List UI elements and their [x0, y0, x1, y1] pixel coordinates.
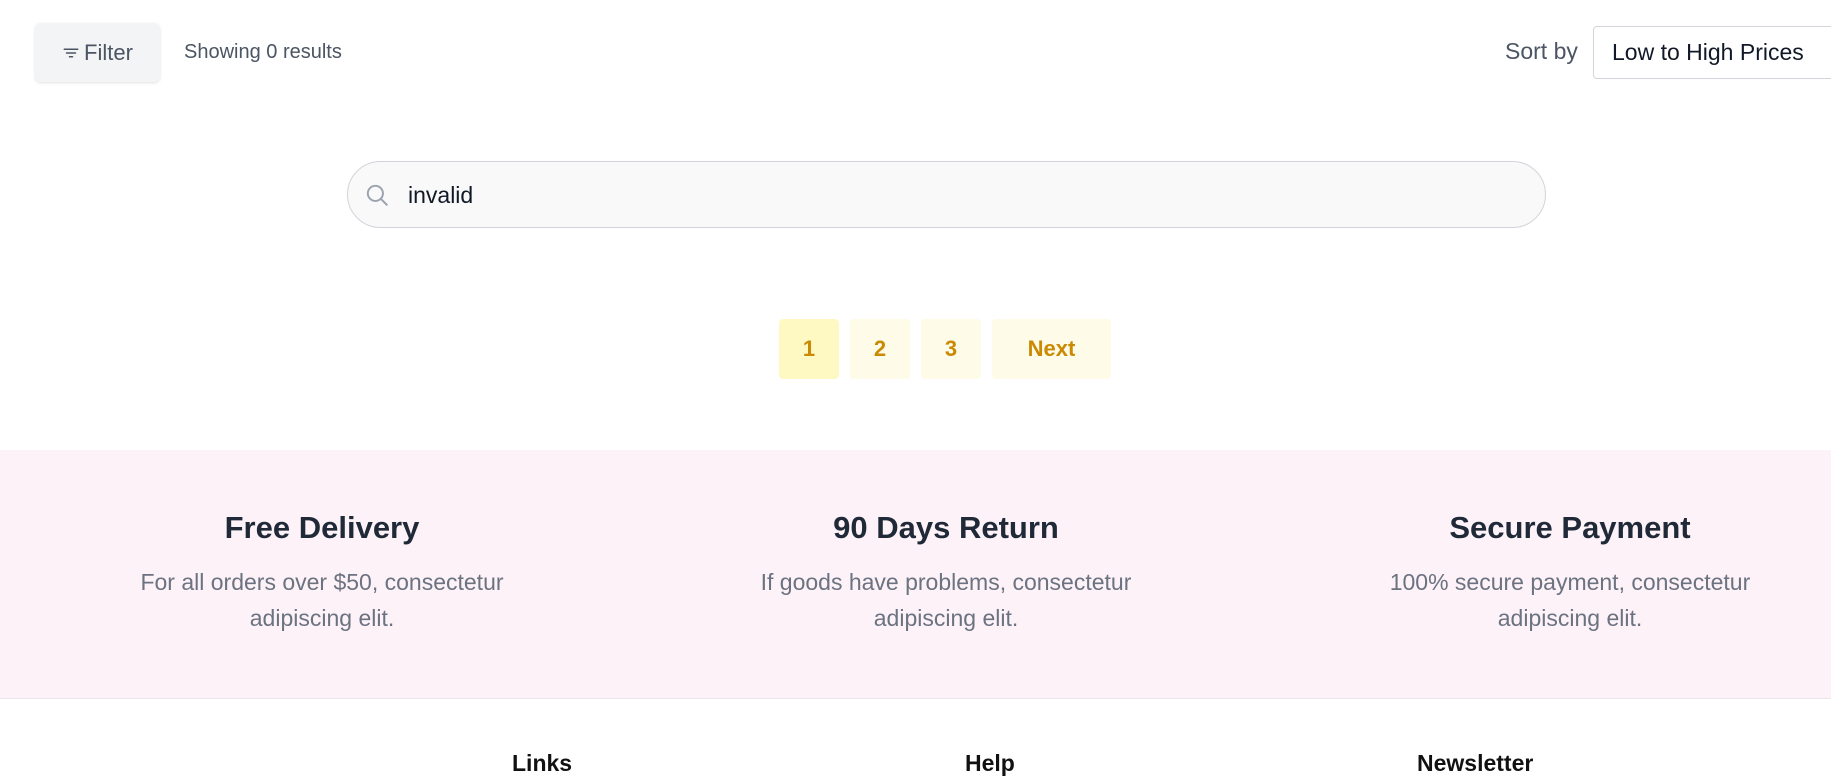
feature-description: 100% secure payment, consectetur adipisc… [1360, 564, 1780, 636]
feature-free-delivery: Free Delivery For all orders over $50, c… [112, 510, 532, 636]
filter-icon [63, 48, 79, 57]
footer-help-heading: Help [965, 750, 1015, 776]
feature-description-line: adipiscing elit. [249, 605, 395, 631]
pagination: 1 2 3 Next [779, 319, 1111, 379]
toolbar: Filter Showing 0 results Sort by Low to … [0, 0, 1831, 106]
feature-description: If goods have problems, consectetur adip… [736, 564, 1156, 636]
filter-label: Filter [84, 39, 133, 65]
feature-description-line: If goods have problems, consectetur [760, 569, 1132, 595]
feature-title: Secure Payment [1449, 510, 1691, 545]
search-input[interactable] [406, 162, 1510, 229]
feature-description: For all orders over $50, consectetur adi… [112, 564, 532, 636]
sort-value: Low to High Prices [1612, 39, 1804, 65]
filter-button[interactable]: Filter [35, 23, 160, 82]
feature-description-line: 100% secure payment, consectetur [1389, 569, 1751, 595]
page-button-3[interactable]: 3 [921, 319, 981, 379]
footer-links-heading: Links [512, 750, 573, 776]
next-page-button[interactable]: Next [992, 319, 1111, 379]
feature-description-line: adipiscing elit. [873, 605, 1019, 631]
feature-description-line: adipiscing elit. [1497, 605, 1643, 631]
search-bar [347, 161, 1546, 229]
sort-label: Sort by [1505, 38, 1578, 64]
page-button-2[interactable]: 2 [850, 319, 910, 379]
sort-select[interactable]: Low to High Prices [1593, 26, 1831, 79]
feature-title: Free Delivery [224, 510, 420, 545]
features-section: Free Delivery For all orders over $50, c… [0, 450, 1831, 699]
page-button-1[interactable]: 1 [779, 319, 839, 379]
search-icon [366, 184, 388, 206]
feature-title: 90 Days Return [833, 510, 1059, 545]
feature-90-days-return: 90 Days Return If goods have problems, c… [736, 510, 1156, 636]
footer-newsletter-heading: Newsletter [1417, 750, 1534, 776]
results-count: Showing 0 results [184, 41, 342, 63]
feature-secure-payment: Secure Payment 100% secure payment, cons… [1360, 510, 1780, 636]
feature-description-line: For all orders over $50, consectetur [140, 569, 504, 595]
